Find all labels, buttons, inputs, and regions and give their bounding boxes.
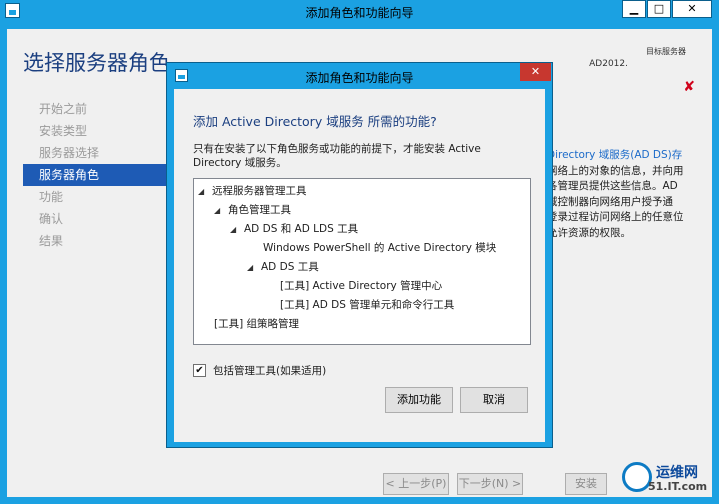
dialog-close-button[interactable]: ✕ <box>520 63 551 81</box>
tree-item[interactable]: ◢ AD DS 工具 <box>247 258 319 277</box>
tree-item-label: AD DS 工具 <box>261 261 319 273</box>
watermark-main-text: 运维网 <box>656 465 698 481</box>
step-installation-type[interactable]: 安装类型 <box>23 120 173 142</box>
outer-close-button[interactable]: ✕ <box>672 0 712 18</box>
description-line: 各管理员提供这些信息。AD <box>547 180 678 192</box>
step-results[interactable]: 结果 <box>23 230 173 252</box>
step-features[interactable]: 功能 <box>23 186 173 208</box>
watermark-logo: 运维网 51.IT.com <box>622 460 714 500</box>
description-line: 允许资源的权限。 <box>547 226 631 239</box>
tree-item[interactable]: ◢ 远程服务器管理工具 <box>198 182 307 201</box>
description-line: 登录过程访问网络上的任意位 <box>547 211 684 223</box>
maximize-button[interactable]: □ <box>647 0 671 18</box>
step-before-you-begin[interactable]: 开始之前 <box>23 98 173 120</box>
dialog-title: 添加角色和功能向导 <box>305 71 414 85</box>
tree-item[interactable]: [工具] 组策略管理 <box>214 315 299 334</box>
tree-item[interactable]: [工具] AD DS 管理单元和命令行工具 <box>280 296 454 315</box>
outer-titlebar[interactable]: 添加角色和功能向导 ▁ □ ✕ <box>0 0 719 22</box>
wizard-button-bar: < 上一步(P) 下一步(N) > 安装 <box>7 467 712 497</box>
tree-item-label: Windows PowerShell 的 Active Directory 模块 <box>263 242 497 254</box>
dialog-client-area: 添加 Active Directory 域服务 所需的功能? 只有在安装了以下角… <box>174 89 545 442</box>
next-button[interactable]: 下一步(N) > <box>457 473 523 495</box>
add-features-button[interactable]: 添加功能 <box>385 387 453 413</box>
role-description: Directory 域服务(AD DS)存 网络上的对象的信息，并向用 各管理员… <box>547 148 697 241</box>
destination-server-label: 目标服务器 <box>646 47 686 56</box>
wizard-steps-nav: 开始之前 安装类型 服务器选择 服务器角色 功能 确认 结果 <box>23 98 173 252</box>
description-line: 域控制器向网络用户授予通 <box>547 195 673 208</box>
include-tools-checkbox[interactable]: ✔ <box>193 364 206 377</box>
install-button[interactable]: 安装 <box>565 473 607 495</box>
tree-item-label: 角色管理工具 <box>228 204 291 216</box>
add-features-dialog: 添加角色和功能向导 ✕ 添加 Active Directory 域服务 所需的功… <box>166 62 553 448</box>
tree-item[interactable]: ◢ 角色管理工具 <box>214 201 291 220</box>
outer-window-title: 添加角色和功能向导 <box>305 6 414 20</box>
triangle-expander-icon[interactable]: ◢ <box>198 182 212 201</box>
include-tools-label[interactable]: 包括管理工具(如果适用) <box>213 363 326 378</box>
tree-item-label: [工具] Active Directory 管理中心 <box>280 280 443 292</box>
watermark-sub-text: 51.IT.com <box>648 480 708 493</box>
tree-item[interactable]: [工具] Active Directory 管理中心 <box>280 277 442 296</box>
step-server-selection[interactable]: 服务器选择 <box>23 142 173 164</box>
cancel-button[interactable]: 取消 <box>460 387 528 413</box>
dialog-heading: 添加 Active Directory 域服务 所需的功能? <box>193 114 437 129</box>
tree-item-label: [工具] AD DS 管理单元和命令行工具 <box>280 299 455 311</box>
tree-item[interactable]: Windows PowerShell 的 Active Directory 模块 <box>263 239 496 258</box>
tree-item-label: AD DS 和 AD LDS 工具 <box>244 223 359 235</box>
dialog-description: 只有在安装了以下角色服务或功能的前提下，才能安装 Active Director… <box>193 143 481 169</box>
description-line: Directory 域服务(AD DS)存 <box>547 149 683 161</box>
description-line: 网络上的对象的信息，并向用 <box>547 164 684 177</box>
required-features-tree[interactable]: ◢ 远程服务器管理工具 ◢ 角色管理工具 ◢ AD DS 和 AD LDS 工具 Wi… <box>193 178 531 345</box>
step-confirmation[interactable]: 确认 <box>23 208 173 230</box>
step-server-roles[interactable]: 服务器角色 <box>23 164 173 186</box>
triangle-expander-icon[interactable]: ◢ <box>214 201 228 220</box>
tree-item-label: [工具] 组策略管理 <box>214 318 300 330</box>
page-title: 选择服务器角色 <box>23 51 170 75</box>
previous-button[interactable]: < 上一步(P) <box>383 473 449 495</box>
tree-item[interactable]: ◢ AD DS 和 AD LDS 工具 <box>230 220 358 239</box>
triangle-expander-icon[interactable]: ◢ <box>247 258 261 277</box>
destination-server-value: AD2012. <box>589 59 628 69</box>
minimize-button[interactable]: ▁ <box>622 0 646 18</box>
red-x-icon: ✘ <box>683 79 695 95</box>
tree-item-label: 远程服务器管理工具 <box>212 185 307 197</box>
triangle-expander-icon[interactable]: ◢ <box>230 220 244 239</box>
dialog-titlebar[interactable]: 添加角色和功能向导 ✕ <box>167 63 552 89</box>
